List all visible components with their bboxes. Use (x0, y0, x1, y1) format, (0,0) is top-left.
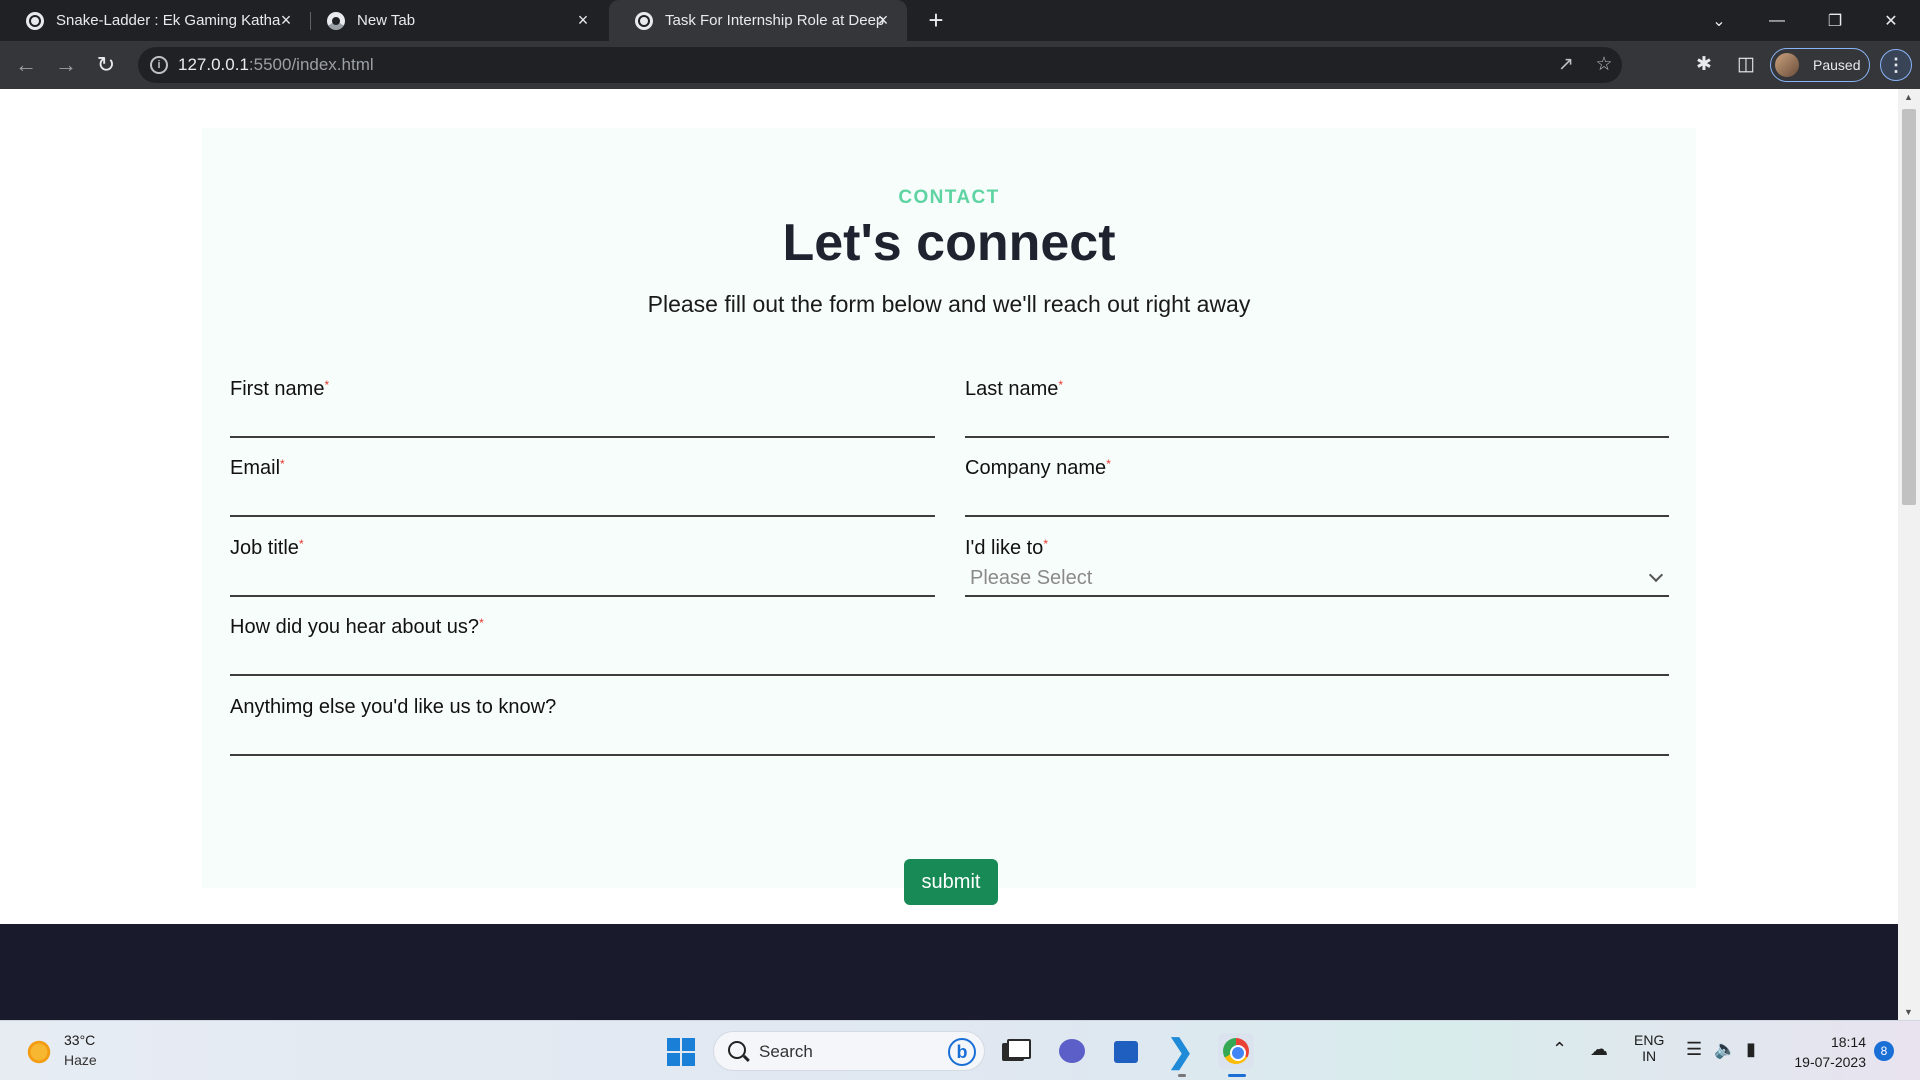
volume-icon[interactable]: 🔈 (1714, 1039, 1736, 1060)
required-marker: * (298, 537, 304, 551)
anything-else-field[interactable]: Anythimg else you'd like us to know? (230, 696, 1669, 756)
taskbar-search[interactable]: Search b (713, 1031, 985, 1071)
region-code: IN (1642, 1048, 1657, 1064)
page-title: Let's connect (782, 214, 1116, 272)
weather-haze-icon[interactable] (26, 1039, 52, 1065)
field-label: Email* (230, 457, 285, 479)
clock-date: 19-07-2023 (1794, 1054, 1866, 1070)
teams-chat-icon[interactable] (1054, 1033, 1090, 1069)
required-marker: * (479, 616, 484, 630)
bing-icon[interactable]: b (948, 1038, 976, 1066)
vscode-icon[interactable] (1163, 1032, 1199, 1070)
globe-icon (26, 11, 44, 30)
extensions-puzzle-icon[interactable]: ✱ (1690, 51, 1718, 79)
weather-temperature[interactable]: 33°C (64, 1032, 95, 1048)
close-icon[interactable]: × (276, 10, 296, 30)
reload-icon[interactable]: ↻ (92, 51, 120, 79)
active-indicator (1228, 1074, 1246, 1077)
vertical-scrollbar[interactable]: ▲ ▼ (1898, 89, 1920, 1020)
company-name-field[interactable]: Company name* (965, 457, 1669, 517)
page-subtitle: Please fill out the form below and we'll… (647, 291, 1251, 317)
share-icon[interactable]: ↗ (1554, 53, 1578, 77)
tab-snake-ladder[interactable]: Snake-Ladder : Ek Gaming Katha × (0, 0, 310, 41)
scroll-up-arrow-icon[interactable]: ▲ (1904, 92, 1913, 102)
chrome-icon (327, 11, 345, 30)
id-like-to-select[interactable]: I'd like to* Please Select (965, 537, 1669, 597)
scroll-down-arrow-icon[interactable]: ▼ (1904, 1007, 1913, 1017)
last-name-field[interactable]: Last name* (965, 378, 1669, 438)
search-label: Search (759, 1042, 813, 1061)
profile-button[interactable]: Paused (1770, 48, 1870, 82)
weather-description[interactable]: Haze (64, 1052, 97, 1068)
microsoft-store-icon[interactable] (1108, 1033, 1144, 1069)
avatar (1775, 53, 1799, 77)
site-info-icon[interactable]: i (150, 56, 168, 74)
restore-button[interactable]: ❐ (1806, 0, 1864, 41)
chevron-up-icon[interactable]: ⌃ (1552, 1039, 1567, 1060)
url-host: 127.0.0.1 (178, 55, 249, 74)
language-code: ENG (1634, 1032, 1665, 1048)
chevron-down-icon (1648, 567, 1664, 583)
tab-title: Snake-Ladder : Ek Gaming Katha (56, 12, 281, 29)
tab-title: Task For Internship Role at DeepS (665, 12, 885, 29)
field-label: Company name* (965, 457, 1111, 479)
running-indicator (1178, 1074, 1186, 1077)
required-marker: * (324, 378, 330, 392)
tab-search-chevron-icon[interactable]: ⌄ (1690, 0, 1748, 41)
onedrive-cloud-icon[interactable]: ☁ (1590, 1039, 1608, 1060)
search-icon (728, 1041, 746, 1059)
hear-about-us-field[interactable]: How did you hear about us?* (230, 616, 1669, 676)
contact-card: CONTACT Let's connect Please fill out th… (202, 128, 1696, 905)
required-marker: * (1043, 537, 1048, 551)
browser-tab-strip: Snake-Ladder : Ek Gaming Katha × New Tab… (0, 0, 1920, 41)
battery-icon[interactable]: ▮ (1746, 1039, 1756, 1060)
minimize-button[interactable]: — (1748, 0, 1806, 41)
submit-button[interactable]: submit (904, 859, 998, 905)
field-label: I'd like to* (965, 537, 1048, 559)
wifi-icon[interactable]: ☰ (1686, 1039, 1702, 1060)
tab-title: New Tab (357, 12, 416, 29)
browser-toolbar: ← → ↻ i 127.0.0.1:5500/index.html ↗ ☆ ✱ … (0, 41, 1920, 89)
profile-status: Paused (1813, 57, 1861, 73)
email-field[interactable]: Email* (230, 457, 935, 517)
section-eyebrow: CONTACT (898, 187, 1000, 208)
language-indicator[interactable]: ENG IN (1634, 1032, 1664, 1064)
required-marker: * (1058, 378, 1064, 392)
forward-arrow-icon[interactable]: → (52, 51, 80, 79)
address-url[interactable]: 127.0.0.1:5500/index.html (178, 55, 374, 75)
back-arrow-icon[interactable]: ← (12, 51, 40, 79)
task-view-icon[interactable] (996, 1033, 1032, 1069)
field-label: Job title* (230, 537, 304, 559)
first-name-field[interactable]: First name* (230, 378, 935, 438)
required-marker: * (280, 457, 285, 471)
windows-taskbar: 33°C Haze Search b ⌃ ☁ ENG IN ☰ 🔈 ▮ 18:1… (0, 1020, 1920, 1080)
new-tab-button[interactable]: + (922, 6, 950, 34)
bookmark-star-icon[interactable]: ☆ (1592, 53, 1616, 77)
close-window-button[interactable]: ✕ (1862, 0, 1920, 41)
side-panel-icon[interactable]: ◫ (1732, 51, 1760, 79)
required-marker: * (1106, 457, 1111, 471)
scrollbar-thumb[interactable] (1902, 109, 1916, 505)
clock-time: 18:14 (1830, 1034, 1866, 1050)
tab-new-tab[interactable]: New Tab × (301, 0, 607, 41)
url-path: :5500/index.html (248, 55, 374, 74)
field-label: Anythimg else you'd like us to know? (230, 696, 557, 718)
job-title-field[interactable]: Job title* (230, 537, 935, 597)
system-clock[interactable]: 18:14 19-07-2023 (1794, 1032, 1866, 1072)
chrome-icon[interactable] (1218, 1033, 1254, 1069)
notification-badge[interactable]: 8 (1874, 1041, 1894, 1061)
page-footer (0, 924, 1898, 1020)
close-icon[interactable]: × (873, 10, 893, 30)
browser-menu-icon[interactable]: ⋮ (1880, 49, 1912, 81)
tab-internship-task[interactable]: Task For Internship Role at DeepS × (609, 0, 907, 41)
field-label: First name* (230, 378, 330, 400)
windows-start-icon[interactable] (667, 1038, 695, 1066)
select-placeholder: Please Select (970, 567, 1093, 589)
page-viewport: CONTACT Let's connect Please fill out th… (0, 89, 1920, 1020)
globe-icon (635, 11, 653, 30)
field-label: How did you hear about us?* (230, 616, 484, 638)
field-label: Last name* (965, 378, 1064, 400)
address-bar[interactable]: i 127.0.0.1:5500/index.html ↗ ☆ (138, 47, 1622, 83)
close-icon[interactable]: × (573, 10, 593, 30)
